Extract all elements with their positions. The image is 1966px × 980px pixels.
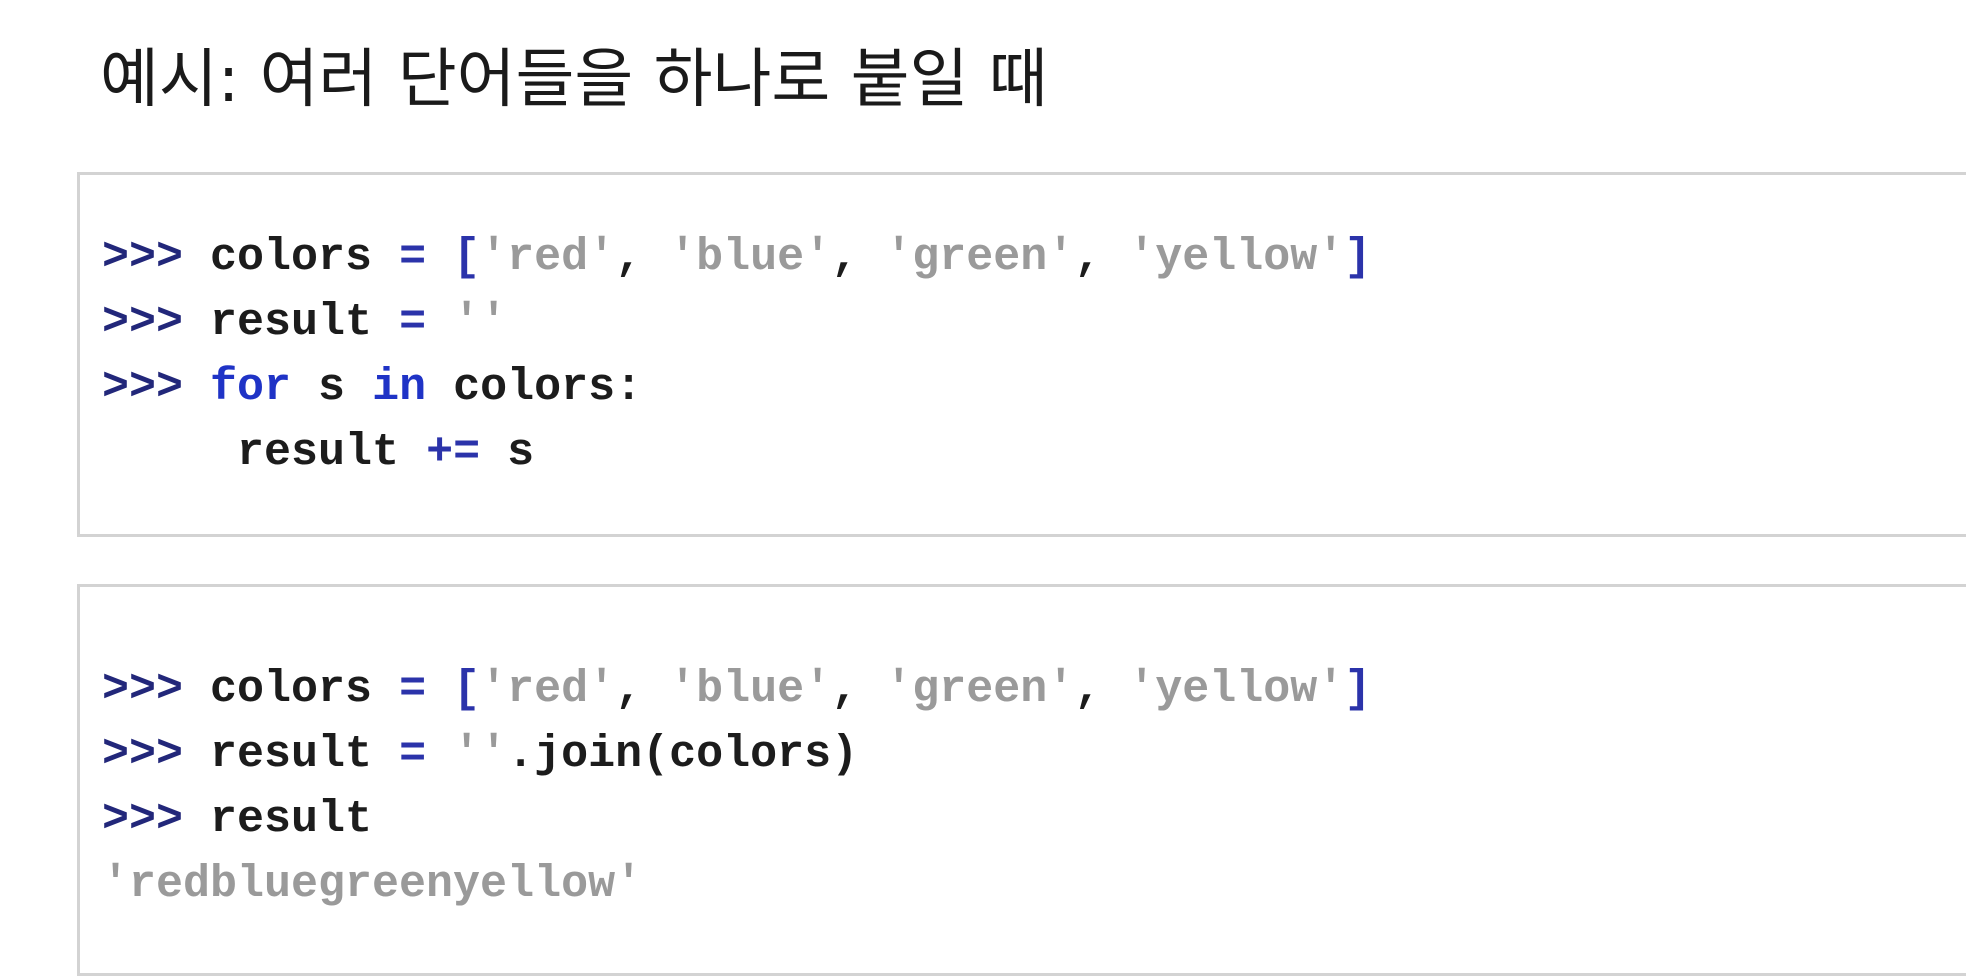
- code-block-join: >>> colors = ['red', 'blue', 'green', 'y…: [77, 584, 1966, 976]
- code-block-loop-concat: >>> colors = ['red', 'blue', 'green', 'y…: [77, 172, 1966, 537]
- code-bracket: [: [453, 232, 481, 283]
- code-token: colors: [183, 664, 400, 715]
- code-line: >>> for s in colors:: [102, 355, 1371, 420]
- code-string: 'green': [885, 232, 1075, 283]
- code-bracket: [: [453, 664, 481, 715]
- code-keyword: for: [210, 362, 292, 413]
- code-string: '': [453, 729, 508, 780]
- code-string: 'red': [480, 664, 616, 715]
- slide-title: 예시: 여러 단어들을 하나로 붙일 때: [100, 43, 1048, 117]
- code-output: 'redbluegreenyellow': [102, 859, 643, 910]
- code-bracket: ]: [1344, 664, 1372, 715]
- code-string: 'red': [480, 232, 616, 283]
- code-operator: +=: [426, 427, 481, 478]
- code-string: 'yellow': [1128, 232, 1345, 283]
- code-output-line: 'redbluegreenyellow': [102, 852, 1371, 917]
- code-token: colors:: [426, 362, 643, 413]
- code-operator: =: [399, 297, 427, 348]
- code-bracket: ]: [1344, 232, 1372, 283]
- code-string: 'blue': [669, 664, 832, 715]
- code-text: >>> colors = ['red', 'blue', 'green', 'y…: [102, 657, 1371, 917]
- code-operator: =: [399, 729, 427, 780]
- code-line: >>> result = ''.join(colors): [102, 722, 1371, 787]
- code-token: ,: [1074, 232, 1129, 283]
- prompt-marker: >>>: [102, 362, 184, 413]
- code-string: 'blue': [669, 232, 832, 283]
- code-operator: =: [399, 232, 427, 283]
- prompt-marker: >>>: [102, 729, 184, 780]
- code-token: result: [183, 297, 400, 348]
- code-line: >>> colors = ['red', 'blue', 'green', 'y…: [102, 225, 1371, 290]
- code-token: colors: [183, 232, 400, 283]
- code-line: result += s: [102, 420, 1371, 485]
- code-string: 'yellow': [1128, 664, 1345, 715]
- code-token: ,: [1074, 664, 1129, 715]
- code-operator: =: [399, 664, 427, 715]
- code-keyword: in: [372, 362, 427, 413]
- code-token: result: [183, 729, 400, 780]
- prompt-marker: >>>: [102, 232, 184, 283]
- code-token: ,: [615, 664, 670, 715]
- prompt-marker: >>>: [102, 794, 184, 845]
- code-token: result: [183, 794, 373, 845]
- code-token: s: [291, 362, 373, 413]
- code-string: '': [453, 297, 508, 348]
- code-line: >>> result = '': [102, 290, 1371, 355]
- code-text: >>> colors = ['red', 'blue', 'green', 'y…: [102, 225, 1371, 485]
- code-token: result: [237, 427, 427, 478]
- code-line: >>> result: [102, 787, 1371, 852]
- code-line: >>> colors = ['red', 'blue', 'green', 'y…: [102, 657, 1371, 722]
- code-string: 'green': [885, 664, 1075, 715]
- code-token: ,: [615, 232, 670, 283]
- code-token: ,: [831, 232, 886, 283]
- code-token: ,: [831, 664, 886, 715]
- prompt-marker: >>>: [102, 664, 184, 715]
- code-token: s: [480, 427, 535, 478]
- code-token: .join(colors): [507, 729, 859, 780]
- prompt-marker: >>>: [102, 297, 184, 348]
